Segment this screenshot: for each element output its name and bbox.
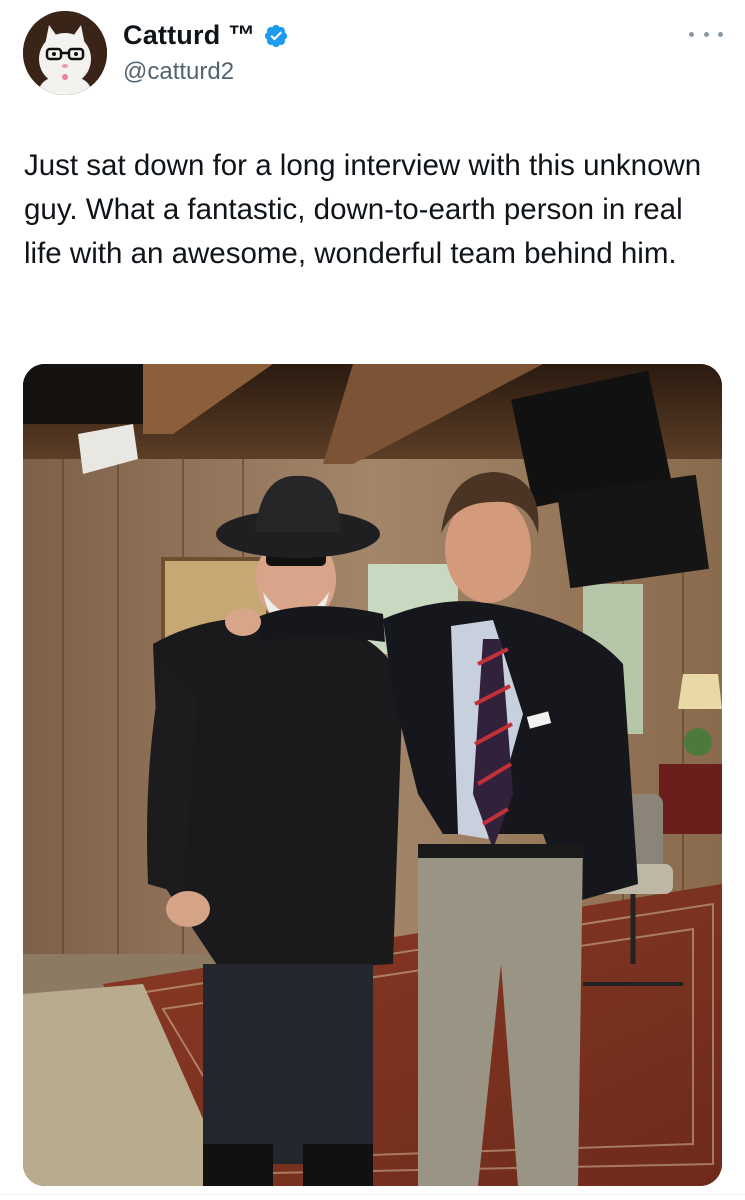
tweet-card: Catturd ™ @catturd2 Just sat down for a … [0,0,745,1200]
verified-badge-icon [263,23,289,49]
author-avatar[interactable] [23,11,107,95]
more-options-button[interactable] [689,24,723,44]
divider [0,1194,745,1195]
tweet-photo[interactable] [23,364,722,1186]
author-display-name[interactable]: Catturd ™ [123,20,255,51]
cat-avatar-icon [23,11,107,95]
more-dot-icon [689,31,694,37]
photo-two-men-in-studio [23,364,722,1186]
author-handle[interactable]: @catturd2 [123,58,234,86]
author-name-row: Catturd ™ [123,20,289,51]
tweet-text: Just sat down for a long interview with … [24,149,702,270]
more-dot-icon [703,31,709,37]
more-dot-icon [718,31,723,37]
